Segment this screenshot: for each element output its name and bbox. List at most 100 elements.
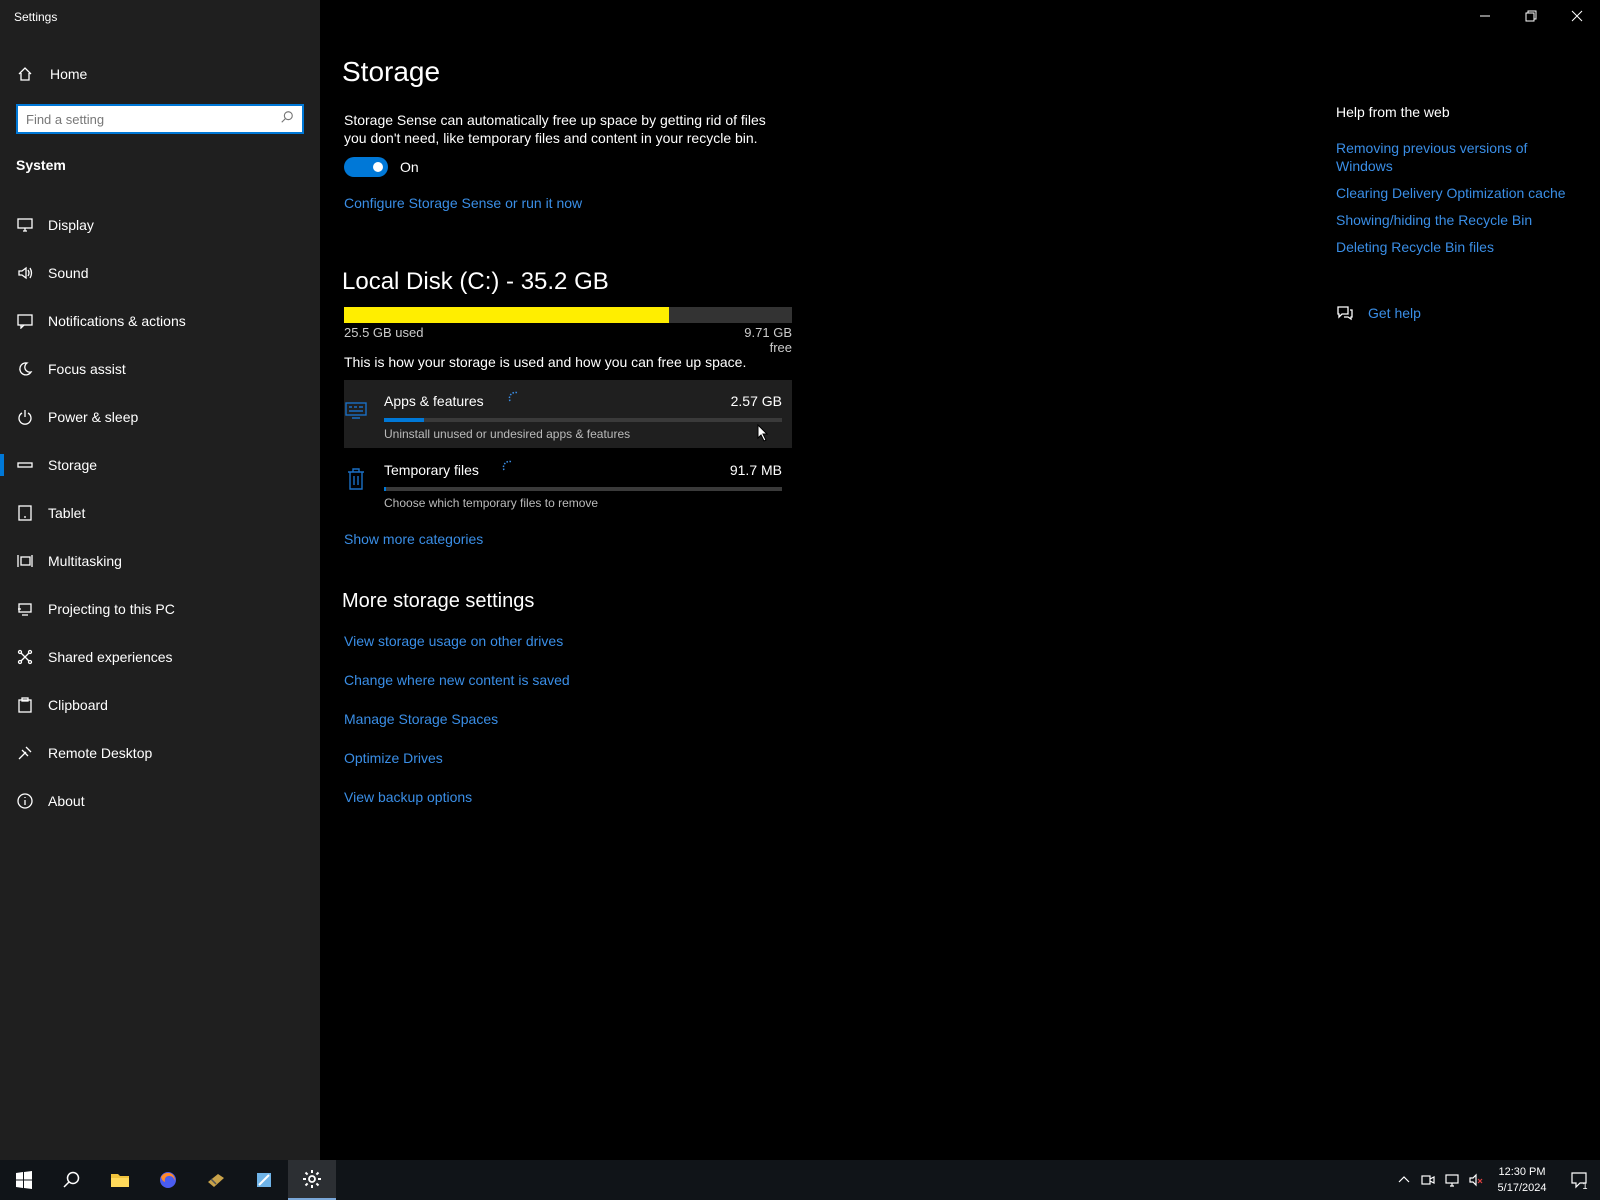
close-button[interactable] [1554, 0, 1600, 32]
category-name: Apps & features [384, 393, 484, 409]
home-nav-item[interactable]: Home [16, 62, 87, 86]
mouse-cursor-icon [757, 424, 769, 442]
project-icon [16, 600, 34, 618]
home-icon [16, 65, 34, 83]
restore-button[interactable] [1508, 0, 1554, 32]
loading-spinner-icon [508, 391, 522, 405]
category-apps-features[interactable]: Apps & features 2.57 GB Uninstall unused… [344, 380, 792, 448]
search-icon [63, 1171, 80, 1188]
category-size: 91.7 MB [729, 462, 782, 478]
tray-app-button[interactable] [1418, 1160, 1438, 1200]
search-icon[interactable] [280, 110, 294, 129]
section-label: System [16, 157, 66, 173]
disk-used-label: 25.5 GB used [344, 325, 424, 340]
taskbar-search-button[interactable] [48, 1160, 96, 1200]
storage-sense-toggle-row: On [344, 157, 419, 177]
disk-usage-bar [344, 307, 792, 323]
close-icon [1571, 10, 1583, 22]
view-other-drives-link[interactable]: View storage usage on other drives [344, 633, 570, 672]
help-link-deleting-recycle-bin[interactable]: Deleting Recycle Bin files [1336, 238, 1586, 256]
multitask-icon [16, 552, 34, 570]
sidebar-item-label: Tablet [48, 505, 86, 521]
sidebar-item-label: Sound [48, 265, 89, 281]
power-icon [16, 408, 34, 426]
taskbar-app-button[interactable] [240, 1160, 288, 1200]
more-storage-settings-title: More storage settings [342, 590, 535, 612]
chat-help-icon [1337, 306, 1353, 321]
drive-icon [16, 456, 34, 474]
network-button[interactable] [1442, 1160, 1462, 1200]
configure-storage-sense-link[interactable]: Configure Storage Sense or run it now [344, 195, 582, 211]
storage-sense-description: Storage Sense can automatically free up … [344, 112, 766, 146]
sidebar-item-power-sleep[interactable]: Power & sleep [0, 393, 320, 441]
help-links: Removing previous versions of Windows Cl… [1336, 139, 1586, 265]
app-icon [208, 1174, 224, 1187]
category-temporary-files[interactable]: Temporary files 91.7 MB Choose which tem… [344, 449, 792, 517]
sidebar-item-label: Clipboard [48, 697, 108, 713]
sidebar-item-about[interactable]: About [0, 777, 320, 825]
share-icon [16, 648, 34, 666]
clock-date: 5/17/2024 [1497, 1182, 1547, 1194]
help-link-delivery-optimization[interactable]: Clearing Delivery Optimization cache [1336, 184, 1586, 202]
file-explorer-button[interactable] [96, 1160, 144, 1200]
view-backup-options-link[interactable]: View backup options [344, 789, 570, 828]
sidebar-item-label: About [48, 793, 85, 809]
show-hidden-icons-button[interactable] [1394, 1160, 1414, 1200]
search-box[interactable] [16, 104, 304, 134]
sidebar-item-notifications[interactable]: Notifications & actions [0, 297, 320, 345]
volume-button[interactable] [1466, 1160, 1486, 1200]
sidebar-item-shared-experiences[interactable]: Shared experiences [0, 633, 320, 681]
speaker-icon [16, 264, 34, 282]
search-input[interactable] [26, 111, 280, 127]
home-label: Home [50, 66, 88, 82]
taskbar: 12:30 PM 5/17/2024 1 [0, 1160, 1600, 1200]
taskbar-clock[interactable]: 12:30 PM 5/17/2024 [1490, 1164, 1554, 1196]
help-link-recycle-bin-visibility[interactable]: Showing/hiding the Recycle Bin [1336, 211, 1586, 229]
toggle-state-label: On [400, 159, 419, 175]
get-help-row[interactable]: Get help [1336, 304, 1421, 322]
app-title: Settings [14, 10, 58, 24]
window-controls [1462, 0, 1600, 32]
disk-title: Local Disk (C:) - 35.2 GB [342, 268, 609, 295]
sidebar-item-storage[interactable]: Storage [0, 441, 320, 489]
trash-icon [344, 467, 368, 491]
optimize-drives-link[interactable]: Optimize Drives [344, 750, 570, 789]
category-usage-bar [384, 487, 782, 491]
info-icon [16, 792, 34, 810]
nav-list: Display Sound Notifications & actions Fo… [0, 201, 320, 825]
get-help-link[interactable]: Get help [1368, 305, 1421, 321]
sidebar-item-clipboard[interactable]: Clipboard [0, 681, 320, 729]
sidebar-item-display[interactable]: Display [0, 201, 320, 249]
settings-taskbar-button[interactable] [288, 1160, 336, 1200]
action-center-button[interactable]: 1 [1558, 1160, 1600, 1200]
app-icon [257, 1173, 271, 1187]
sidebar-item-focus-assist[interactable]: Focus assist [0, 345, 320, 393]
volume-muted-icon [1469, 1173, 1483, 1187]
sidebar-item-tablet[interactable]: Tablet [0, 489, 320, 537]
disk-free-label: 9.71 GB free [744, 325, 792, 355]
sidebar-item-projecting[interactable]: Projecting to this PC [0, 585, 320, 633]
firefox-button[interactable] [144, 1160, 192, 1200]
monitor-icon [16, 216, 34, 234]
sidebar-item-label: Projecting to this PC [48, 601, 175, 617]
file-explorer-icon [111, 1174, 129, 1187]
help-link-removing-previous-versions[interactable]: Removing previous versions of Windows [1336, 139, 1586, 175]
minimize-button[interactable] [1462, 0, 1508, 32]
start-button[interactable] [0, 1160, 48, 1200]
help-title: Help from the web [1336, 104, 1450, 120]
sidebar-item-remote-desktop[interactable]: Remote Desktop [0, 729, 320, 777]
network-icon [1445, 1174, 1459, 1187]
sidebar-item-multitasking[interactable]: Multitasking [0, 537, 320, 585]
manage-storage-spaces-link[interactable]: Manage Storage Spaces [344, 711, 570, 750]
sidebar-item-label: Notifications & actions [48, 313, 186, 329]
storage-sense-toggle[interactable] [344, 157, 388, 177]
sidebar-item-label: Power & sleep [48, 409, 139, 425]
sidebar-item-sound[interactable]: Sound [0, 249, 320, 297]
remote-icon [16, 744, 34, 762]
show-more-categories-link[interactable]: Show more categories [344, 531, 483, 547]
system-tray: 12:30 PM 5/17/2024 1 [1394, 1160, 1600, 1200]
sidebar-item-label: Shared experiences [48, 649, 173, 665]
taskbar-app-button[interactable] [192, 1160, 240, 1200]
change-save-location-link[interactable]: Change where new content is saved [344, 672, 570, 711]
apps-icon [344, 398, 368, 422]
